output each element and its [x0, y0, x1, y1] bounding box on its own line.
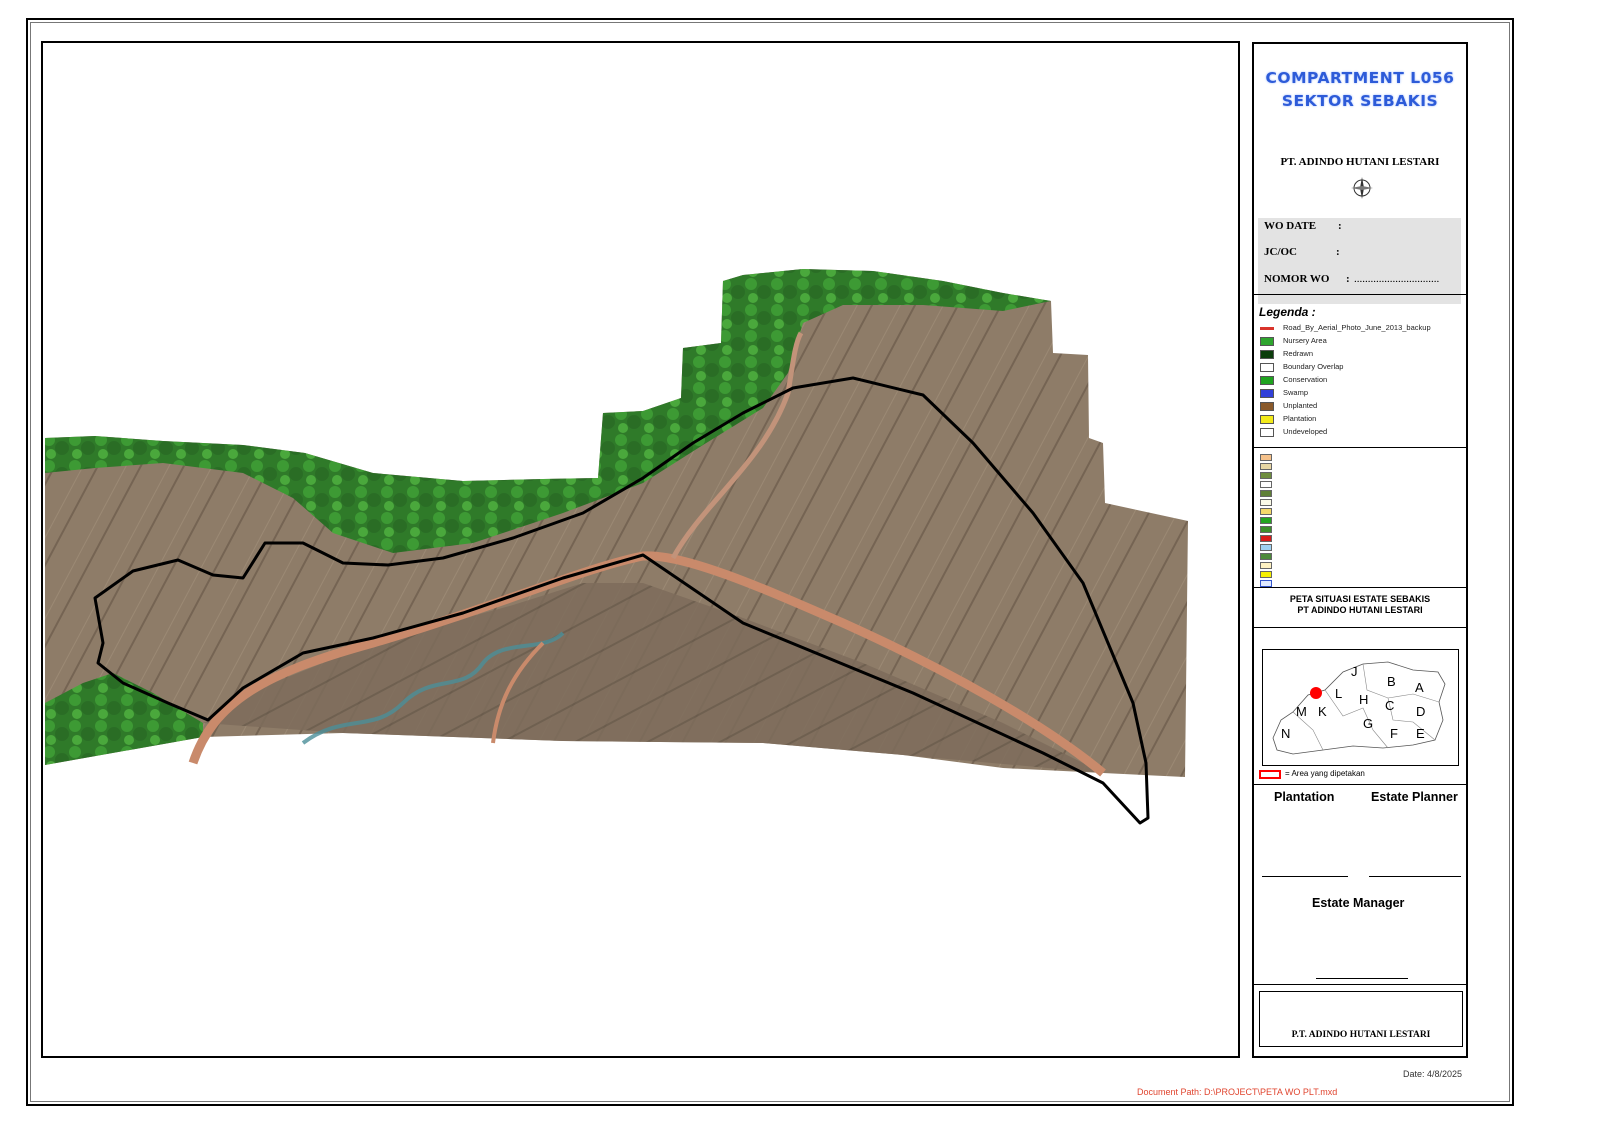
inset-label: K — [1318, 704, 1327, 719]
inset-estate-outline — [1272, 661, 1446, 755]
legend-label: Redrawn — [1283, 349, 1314, 358]
legend-swatch-extra — [1260, 517, 1272, 524]
inset-location-marker — [1310, 687, 1322, 699]
legend-label: Swamp — [1283, 388, 1309, 397]
inset-label: F — [1390, 726, 1398, 741]
document-path: Document Path: D:\PROJECT\PETA WO PLT.mx… — [1137, 1087, 1338, 1097]
area-note: = Area yang dipetakan — [1285, 769, 1365, 778]
plantation-signature-label: Plantation — [1274, 790, 1335, 804]
legend-swatch-extra — [1260, 526, 1272, 533]
legend-label: Unplanted — [1283, 401, 1318, 410]
peta-title-line2: PT ADINDO HUTANI LESTARI — [1297, 605, 1423, 615]
legend-swatch-boundary-overlap — [1260, 363, 1274, 372]
legend-swatch-extra — [1260, 454, 1272, 461]
legend-swatch-unplanted — [1260, 402, 1274, 411]
plantation-signature-line — [1262, 876, 1348, 877]
sector-title: SEKTOR SEBAKIS — [1281, 92, 1439, 110]
inset-label: D — [1416, 704, 1426, 719]
inset-label: M — [1296, 704, 1307, 719]
nomor-wo-label: NOMOR WO — [1264, 273, 1330, 285]
divider-mini-legend — [1254, 447, 1466, 448]
legend-label: Plantation — [1283, 414, 1317, 423]
legend-swatch-extra — [1260, 472, 1272, 479]
legend-label: Undeveloped — [1283, 427, 1328, 436]
legend-swatch-redrawn — [1260, 350, 1274, 359]
aerial-map — [45, 269, 1188, 825]
inset-location-map[interactable]: J B A L H C D M K G F E N — [1262, 649, 1459, 766]
divider-legend-top — [1254, 294, 1466, 295]
wo-date-colon: : — [1338, 220, 1342, 232]
wo-date-label: WO DATE — [1264, 220, 1317, 232]
legend-swatch-extra — [1260, 481, 1272, 488]
inset-label: B — [1387, 674, 1396, 689]
divider-peta — [1254, 587, 1466, 588]
legend-title: Legenda : — [1259, 305, 1316, 319]
inset-label: N — [1281, 726, 1291, 741]
legend-swatch-extra — [1260, 553, 1272, 560]
legend-swatch-nursery — [1260, 337, 1274, 346]
inset-label: L — [1335, 686, 1343, 701]
inset-label: C — [1385, 698, 1395, 713]
legend-swatch-extra — [1260, 580, 1272, 587]
divider-signatures — [1254, 784, 1466, 785]
info-panel: COMPARTMENT L056 SEKTOR SEBAKIS PT. ADIN… — [1252, 42, 1468, 1058]
estate-planner-signature-line — [1369, 876, 1461, 877]
jc-oc-label: JC/OC — [1264, 246, 1297, 258]
footer-company-name: P.T. ADINDO HUTANI LESTARI — [1291, 1030, 1431, 1040]
legend-swatch-undeveloped — [1260, 428, 1274, 437]
inset-label: G — [1363, 716, 1374, 731]
nomor-wo-colon: : — [1346, 273, 1350, 285]
nomor-wo-value: ............................... — [1354, 273, 1440, 285]
compartment-title: COMPARTMENT L056 — [1265, 69, 1455, 87]
print-date: Date: 4/8/2025 — [1403, 1069, 1463, 1079]
peta-title-line1: PETA SITUASI ESTATE SEBAKIS — [1289, 594, 1431, 604]
inset-label: H — [1359, 692, 1369, 707]
legend-swatch-extra — [1260, 562, 1272, 569]
legend-swatch-swamp — [1260, 389, 1274, 398]
legend-label: Conservation — [1283, 375, 1328, 384]
footer-company-box: P.T. ADINDO HUTANI LESTARI — [1259, 991, 1463, 1047]
divider-footer — [1254, 984, 1466, 985]
legend-swatch-extra — [1260, 463, 1272, 470]
legend-swatch-extra — [1260, 535, 1272, 542]
legend-swatch-extra — [1260, 499, 1272, 506]
divider-inset — [1254, 627, 1466, 628]
legend-swatch-extra — [1260, 508, 1272, 515]
north-arrow-icon — [1351, 177, 1373, 199]
work-order-box: WO DATE : JC/OC : NOMOR WO : ...........… — [1258, 218, 1461, 304]
legend-label: Nursery Area — [1283, 336, 1327, 345]
jc-oc-colon: : — [1336, 246, 1340, 258]
estate-planner-signature-label: Estate Planner — [1371, 790, 1458, 804]
inset-label: E — [1416, 726, 1425, 741]
area-note-swatch — [1259, 770, 1281, 779]
estate-manager-signature-label: Estate Manager — [1312, 896, 1405, 910]
legend-swatch-extra — [1260, 571, 1272, 578]
legend-swatch-extra — [1260, 544, 1272, 551]
estate-manager-signature-line — [1316, 978, 1408, 979]
legend-swatch-conservation — [1260, 376, 1274, 385]
inset-label: A — [1415, 680, 1424, 695]
legend-swatch-extra — [1260, 490, 1272, 497]
company-name: PT. ADINDO HUTANI LESTARI — [1280, 156, 1440, 168]
legend-swatch-plantation — [1260, 415, 1274, 424]
inset-label: J — [1351, 664, 1358, 679]
legend-swatch-road — [1260, 327, 1274, 330]
legend-label: Boundary Overlap — [1283, 362, 1344, 371]
map-frame[interactable] — [41, 41, 1240, 1058]
legend-label: Road_By_Aerial_Photo_June_2013_backup — [1283, 323, 1431, 332]
